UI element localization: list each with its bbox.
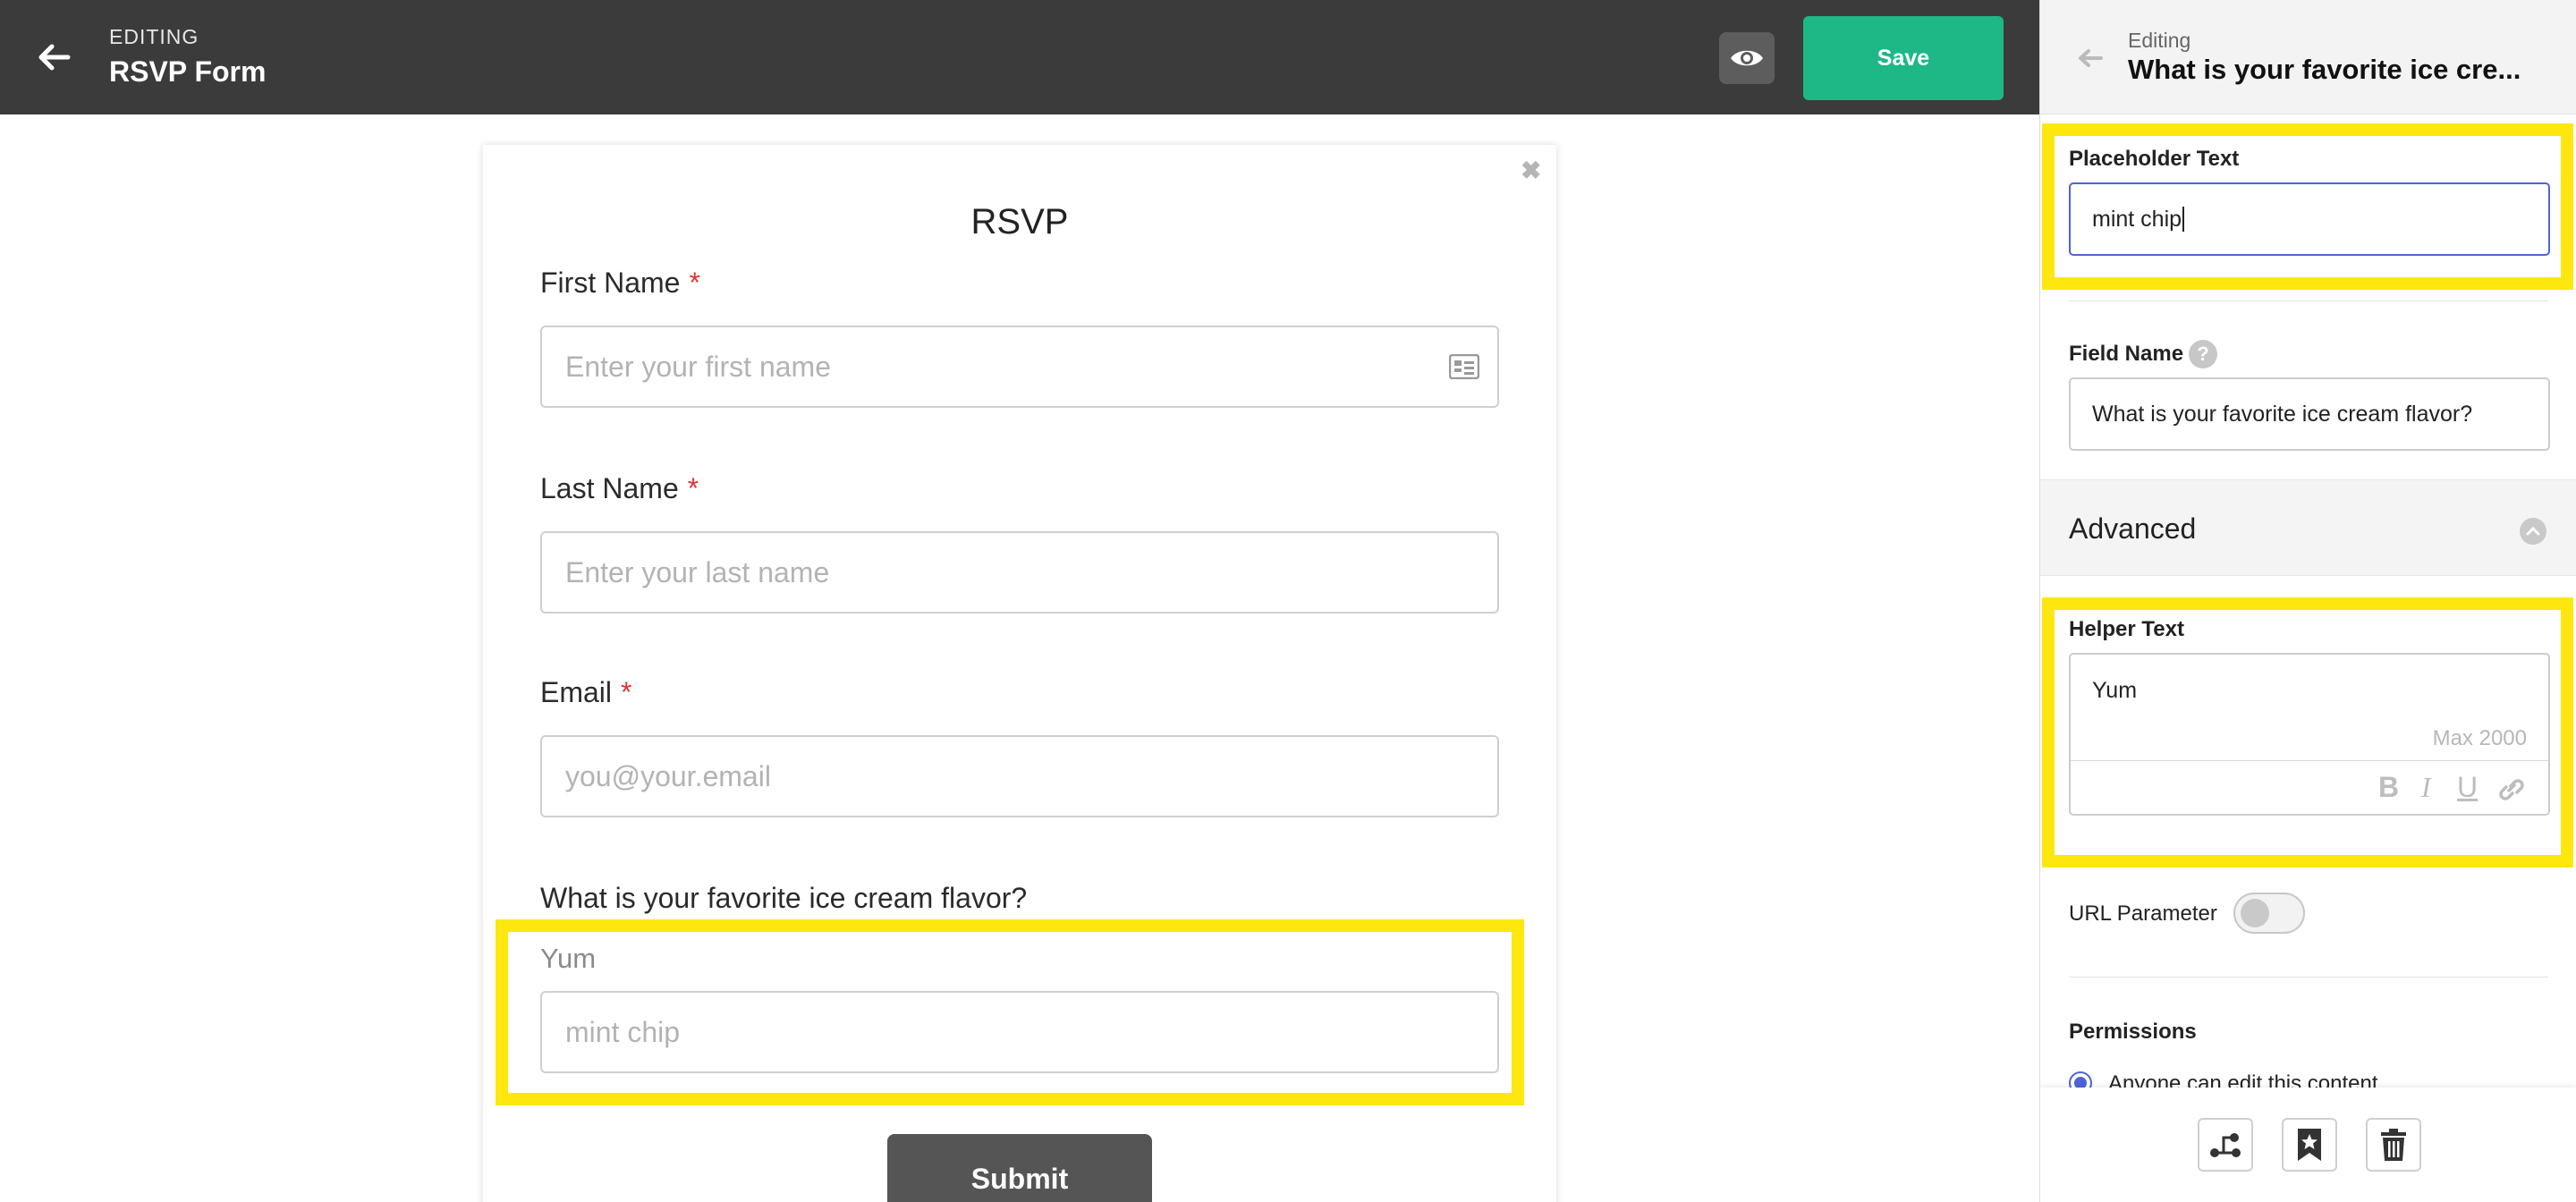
arrow-left-icon[interactable] xyxy=(34,38,73,77)
flavor-label: What is your favorite ice cream flavor? xyxy=(540,882,1027,915)
first-name-placeholder: Enter your first name xyxy=(565,351,831,384)
divider xyxy=(2069,977,2548,978)
field-name-value: What is your favorite ice cream flavor? xyxy=(2092,402,2472,427)
field-name-label: Field Name xyxy=(2069,342,2183,367)
italic-button[interactable]: I xyxy=(2421,771,2431,804)
last-name-label-text: Last Name xyxy=(540,472,679,504)
preview-button[interactable] xyxy=(1719,32,1775,84)
document-title: RSVP Form xyxy=(109,55,266,89)
editor-topbar: EDITING RSVP Form Save xyxy=(0,0,2039,114)
required-marker: * xyxy=(688,472,699,504)
link-icon[interactable] xyxy=(2498,775,2525,805)
email-label-text: Email xyxy=(540,676,612,708)
close-icon[interactable]: ✖ xyxy=(1521,156,1541,185)
advanced-section-toggle[interactable]: Advanced xyxy=(2040,479,2576,576)
editor-toolbar-divider xyxy=(2071,760,2548,761)
first-name-input[interactable]: Enter your first name xyxy=(540,326,1499,408)
last-name-label: Last Name * xyxy=(540,472,699,505)
placeholder-text-value: mint chip xyxy=(2092,207,2182,233)
panel-footer xyxy=(2040,1088,2576,1202)
character-limit: Max 2000 xyxy=(2433,726,2527,751)
last-name-placeholder: Enter your last name xyxy=(565,556,829,589)
permissions-label: Permissions xyxy=(2069,1020,2197,1045)
arrow-left-icon[interactable] xyxy=(2076,47,2103,70)
advanced-label: Advanced xyxy=(2069,512,2196,546)
trash-icon xyxy=(2380,1128,2407,1162)
required-marker: * xyxy=(689,267,699,299)
bookmark-star-icon xyxy=(2296,1127,2323,1163)
form-title: RSVP xyxy=(483,202,1556,242)
flavor-input[interactable]: mint chip xyxy=(540,991,1499,1073)
underline-button[interactable]: U xyxy=(2457,771,2478,804)
flavor-helper-text: Yum xyxy=(540,943,596,975)
delete-button[interactable] xyxy=(2366,1118,2421,1172)
helper-text-value: Yum xyxy=(2092,678,2137,704)
editing-eyebrow: EDITING xyxy=(109,25,199,49)
placeholder-text-input[interactable]: mint chip xyxy=(2069,182,2550,256)
required-marker: * xyxy=(621,676,631,708)
bookmark-button[interactable] xyxy=(2282,1118,2337,1172)
email-label: Email * xyxy=(540,676,631,709)
panel-header: Editing What is your favorite ice cre... xyxy=(2040,0,2576,114)
email-input[interactable]: you@your.email xyxy=(540,735,1499,817)
placeholder-text-label: Placeholder Text xyxy=(2069,147,2239,172)
field-name-input[interactable]: What is your favorite ice cream flavor? xyxy=(2069,377,2550,451)
first-name-label-text: First Name xyxy=(540,267,680,299)
helper-text-editor[interactable]: Yum Max 2000 B I U xyxy=(2069,653,2550,816)
url-parameter-toggle[interactable] xyxy=(2233,893,2305,934)
chevron-up-icon xyxy=(2520,518,2546,545)
save-button[interactable]: Save xyxy=(1803,16,2004,100)
email-placeholder: you@your.email xyxy=(565,760,771,793)
toggle-knob xyxy=(2241,899,2269,927)
panel-title: What is your favorite ice cre... xyxy=(2128,54,2521,86)
flavor-placeholder: mint chip xyxy=(565,1016,680,1049)
submit-button[interactable]: Submit xyxy=(887,1134,1152,1202)
text-caret xyxy=(2182,207,2184,232)
first-name-label: First Name * xyxy=(540,267,700,300)
connections-button[interactable] xyxy=(2198,1118,2253,1172)
connections-icon xyxy=(2207,1130,2243,1160)
help-icon[interactable]: ? xyxy=(2189,340,2217,368)
url-parameter-label: URL Parameter xyxy=(2069,902,2217,927)
divider xyxy=(2069,300,2548,301)
contact-card-icon xyxy=(1449,354,1479,379)
field-settings-panel: Editing What is your favorite ice cre...… xyxy=(2039,0,2576,1202)
helper-text-label: Helper Text xyxy=(2069,617,2184,642)
panel-eyebrow: Editing xyxy=(2128,29,2190,53)
eye-icon xyxy=(1729,46,1765,71)
last-name-input[interactable]: Enter your last name xyxy=(540,531,1499,614)
bold-button[interactable]: B xyxy=(2378,771,2399,804)
